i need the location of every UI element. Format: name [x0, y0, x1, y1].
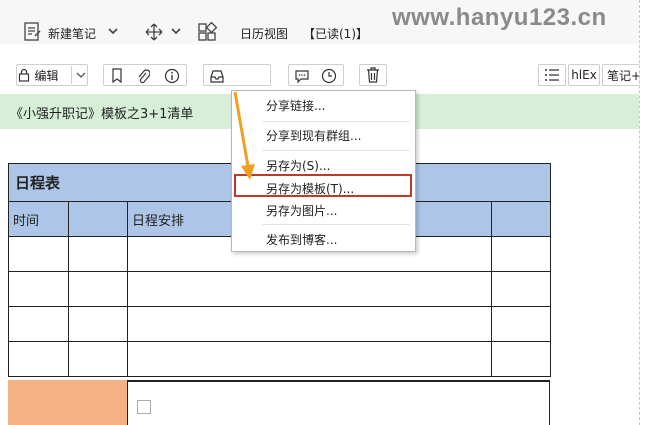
share-group — [203, 64, 271, 86]
inbox-icon[interactable] — [209, 68, 225, 84]
calendar-view-button[interactable]: 日历视图 — [240, 25, 288, 42]
highlight-cell[interactable] — [8, 380, 127, 425]
delete-button[interactable] — [359, 64, 387, 86]
plan-header: 日程安排 — [132, 213, 185, 229]
chevron-down-icon[interactable] — [170, 25, 182, 39]
menu-item-save-as-image[interactable]: 另存为图片... — [266, 202, 337, 219]
table-cell[interactable] — [8, 271, 69, 307]
new-note-label: 新建笔记 — [48, 27, 97, 41]
comment-group — [288, 64, 344, 86]
info-icon[interactable] — [164, 68, 180, 84]
table-cell[interactable] — [127, 306, 492, 342]
new-note-icon[interactable] — [24, 22, 42, 45]
frame-edge — [639, 0, 648, 425]
clock-icon[interactable] — [321, 68, 337, 84]
annotation-arrow-icon — [233, 91, 255, 180]
table-cell[interactable] — [491, 341, 551, 377]
edit-button[interactable]: 编辑 — [16, 64, 88, 86]
table-cell[interactable] — [8, 341, 69, 377]
trash-icon — [367, 67, 379, 83]
menu-item-share-group[interactable]: 分享到现有群组... — [266, 127, 361, 144]
menu-item-label: 分享链接... — [266, 99, 326, 113]
menu-separator — [262, 224, 410, 225]
table-cell[interactable] — [127, 341, 492, 377]
font-tag-button[interactable]: hlEx — [568, 64, 600, 86]
table-cell[interactable] — [8, 306, 69, 342]
menu-item-share-link[interactable]: 分享链接... — [266, 97, 325, 114]
table-cell[interactable] — [8, 236, 69, 272]
note-title[interactable]: 《小强升职记》模板之3+1清单 — [10, 103, 193, 122]
watermark-text: www.hanyu123.cn — [392, 4, 607, 31]
menu-item-publish-blog[interactable]: 发布到博客... — [266, 231, 337, 248]
menu-separator — [262, 121, 410, 122]
table-cell[interactable] — [68, 306, 128, 342]
move-icon[interactable] — [144, 22, 164, 45]
table-cell[interactable] — [127, 271, 492, 307]
schedule-title: 日程表 — [15, 174, 61, 192]
table-row — [8, 271, 551, 307]
notes-tag-label: 笔记+ — [607, 68, 642, 83]
chevron-down-icon[interactable] — [107, 25, 119, 39]
comment-icon[interactable] — [294, 68, 310, 84]
table-cell[interactable] — [68, 201, 128, 237]
table-cell[interactable] — [68, 236, 128, 272]
menu-item-save-as[interactable]: 另存为(S)... — [266, 157, 330, 174]
read-status-link[interactable]: 【已读(1)】 — [303, 25, 368, 42]
note-toolbar: 编辑 hlEx 笔记+ — [0, 44, 642, 134]
menu-item-label: 发布到博客... — [266, 233, 338, 247]
table-row — [8, 341, 551, 377]
list-icon — [545, 69, 559, 81]
read-status-label: 【已读(1)】 — [303, 27, 368, 41]
menu-item-label: 另存为图片... — [266, 204, 338, 218]
table-cell[interactable] — [68, 341, 128, 377]
table-cell[interactable] — [68, 271, 128, 307]
tools-group — [103, 64, 187, 86]
menu-item-label: 另存为(S)... — [266, 159, 331, 173]
chevron-down-icon — [76, 72, 85, 78]
task-cell[interactable] — [127, 380, 550, 425]
table-cell[interactable] — [491, 306, 551, 342]
lock-icon — [19, 68, 30, 82]
menu-item-label: 分享到现有群组... — [266, 129, 362, 143]
font-tag-label: hlEx — [571, 68, 597, 82]
edit-label: 编辑 — [34, 68, 59, 83]
table-row — [8, 306, 551, 342]
new-note-button[interactable]: 新建笔记 — [48, 25, 96, 42]
layout-grid-icon[interactable] — [197, 21, 218, 45]
table-cell[interactable] — [491, 201, 551, 237]
time-header-cell[interactable]: 时间 — [8, 201, 69, 237]
time-header: 时间 — [13, 213, 40, 229]
list-button[interactable] — [538, 64, 566, 86]
bookmark-icon[interactable] — [110, 68, 124, 84]
menu-separator — [262, 150, 410, 151]
calendar-view-label: 日历视图 — [240, 27, 289, 41]
notes-tag-button[interactable]: 笔记+ — [602, 64, 642, 86]
table-cell[interactable] — [491, 236, 551, 272]
table-cell[interactable] — [491, 271, 551, 307]
task-checkbox[interactable] — [137, 400, 151, 414]
attachment-icon[interactable] — [136, 68, 150, 84]
